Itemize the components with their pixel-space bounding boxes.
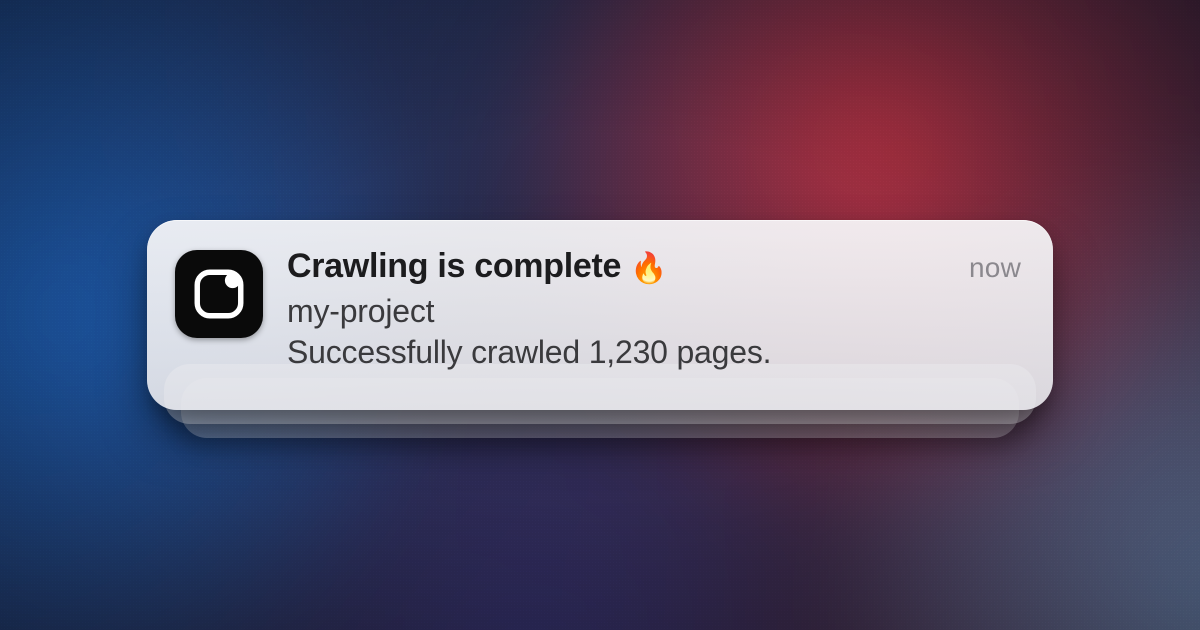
stage: Crawling is complete 🔥 now my-project Su… xyxy=(0,0,1200,630)
notification-timestamp: now xyxy=(969,252,1021,284)
app-icon xyxy=(175,250,263,338)
notification-content: Crawling is complete 🔥 now my-project Su… xyxy=(287,244,1021,371)
notification-body: Successfully crawled 1,230 pages. xyxy=(287,334,1021,371)
notification-title: Crawling is complete 🔥 xyxy=(287,246,667,287)
notification-title-text: Crawling is complete xyxy=(287,247,621,285)
notification-header-row: Crawling is complete 🔥 now xyxy=(287,246,1021,287)
notification-app-name: my-project xyxy=(287,293,1021,330)
app-square-dot-icon xyxy=(190,265,248,323)
notification-card[interactable]: Crawling is complete 🔥 now my-project Su… xyxy=(147,220,1053,410)
fire-icon: 🔥 xyxy=(630,252,667,285)
notification-stack: Crawling is complete 🔥 now my-project Su… xyxy=(147,220,1053,410)
